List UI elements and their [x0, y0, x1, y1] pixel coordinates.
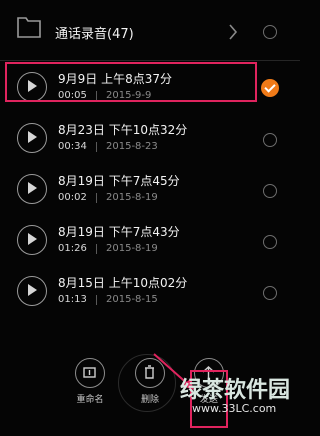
separator	[96, 244, 97, 254]
folder-title: 通话录音(47)	[55, 27, 134, 42]
play-icon[interactable]	[17, 276, 47, 306]
recording-date: 2015-8-19	[106, 192, 158, 203]
watermark: 绿茶软件园 www.33LC.com	[180, 372, 298, 432]
folder-row[interactable]: 通话录音(47)	[0, 0, 300, 61]
recording-title: 8月15日 上午10点02分	[58, 276, 188, 290]
select-radio[interactable]	[263, 235, 277, 249]
recording-title: 8月19日 下午7点43分	[58, 225, 180, 239]
select-radio[interactable]	[263, 286, 277, 300]
select-radio[interactable]	[263, 184, 277, 198]
watermark-logo: 绿茶软件园	[180, 378, 291, 403]
play-icon[interactable]	[17, 174, 47, 204]
recording-duration: 00:02	[58, 192, 87, 203]
separator	[96, 193, 97, 203]
recording-date: 2015-8-15	[106, 294, 158, 305]
select-radio[interactable]	[263, 133, 277, 147]
recording-duration: 00:34	[58, 141, 87, 152]
recording-title: 8月19日 下午7点45分	[58, 174, 180, 188]
recording-duration: 01:26	[58, 243, 87, 254]
watermark-url: www.33LC.com	[192, 402, 277, 415]
recording-date: 2015-8-19	[106, 243, 158, 254]
separator	[96, 142, 97, 152]
recording-title: 8月23日 下午10点32分	[58, 123, 188, 137]
play-icon[interactable]	[17, 123, 47, 153]
folder-icon	[17, 17, 41, 38]
rename-button[interactable]: 重命名	[70, 358, 110, 405]
play-icon[interactable]	[17, 225, 47, 255]
recording-date: 2015-8-23	[106, 141, 158, 152]
rename-label: 重命名	[76, 395, 104, 405]
recording-duration: 01:13	[58, 294, 87, 305]
recording-item-4[interactable]: 8月15日 上午10点02分 01:13 2015-8-15	[0, 264, 300, 324]
highlight-annotation	[5, 62, 257, 102]
separator	[96, 295, 97, 305]
rename-icon	[75, 358, 105, 388]
chevron-right-icon[interactable]	[228, 24, 238, 40]
folder-select-radio[interactable]	[263, 25, 277, 39]
checked-radio-icon[interactable]	[261, 79, 279, 97]
